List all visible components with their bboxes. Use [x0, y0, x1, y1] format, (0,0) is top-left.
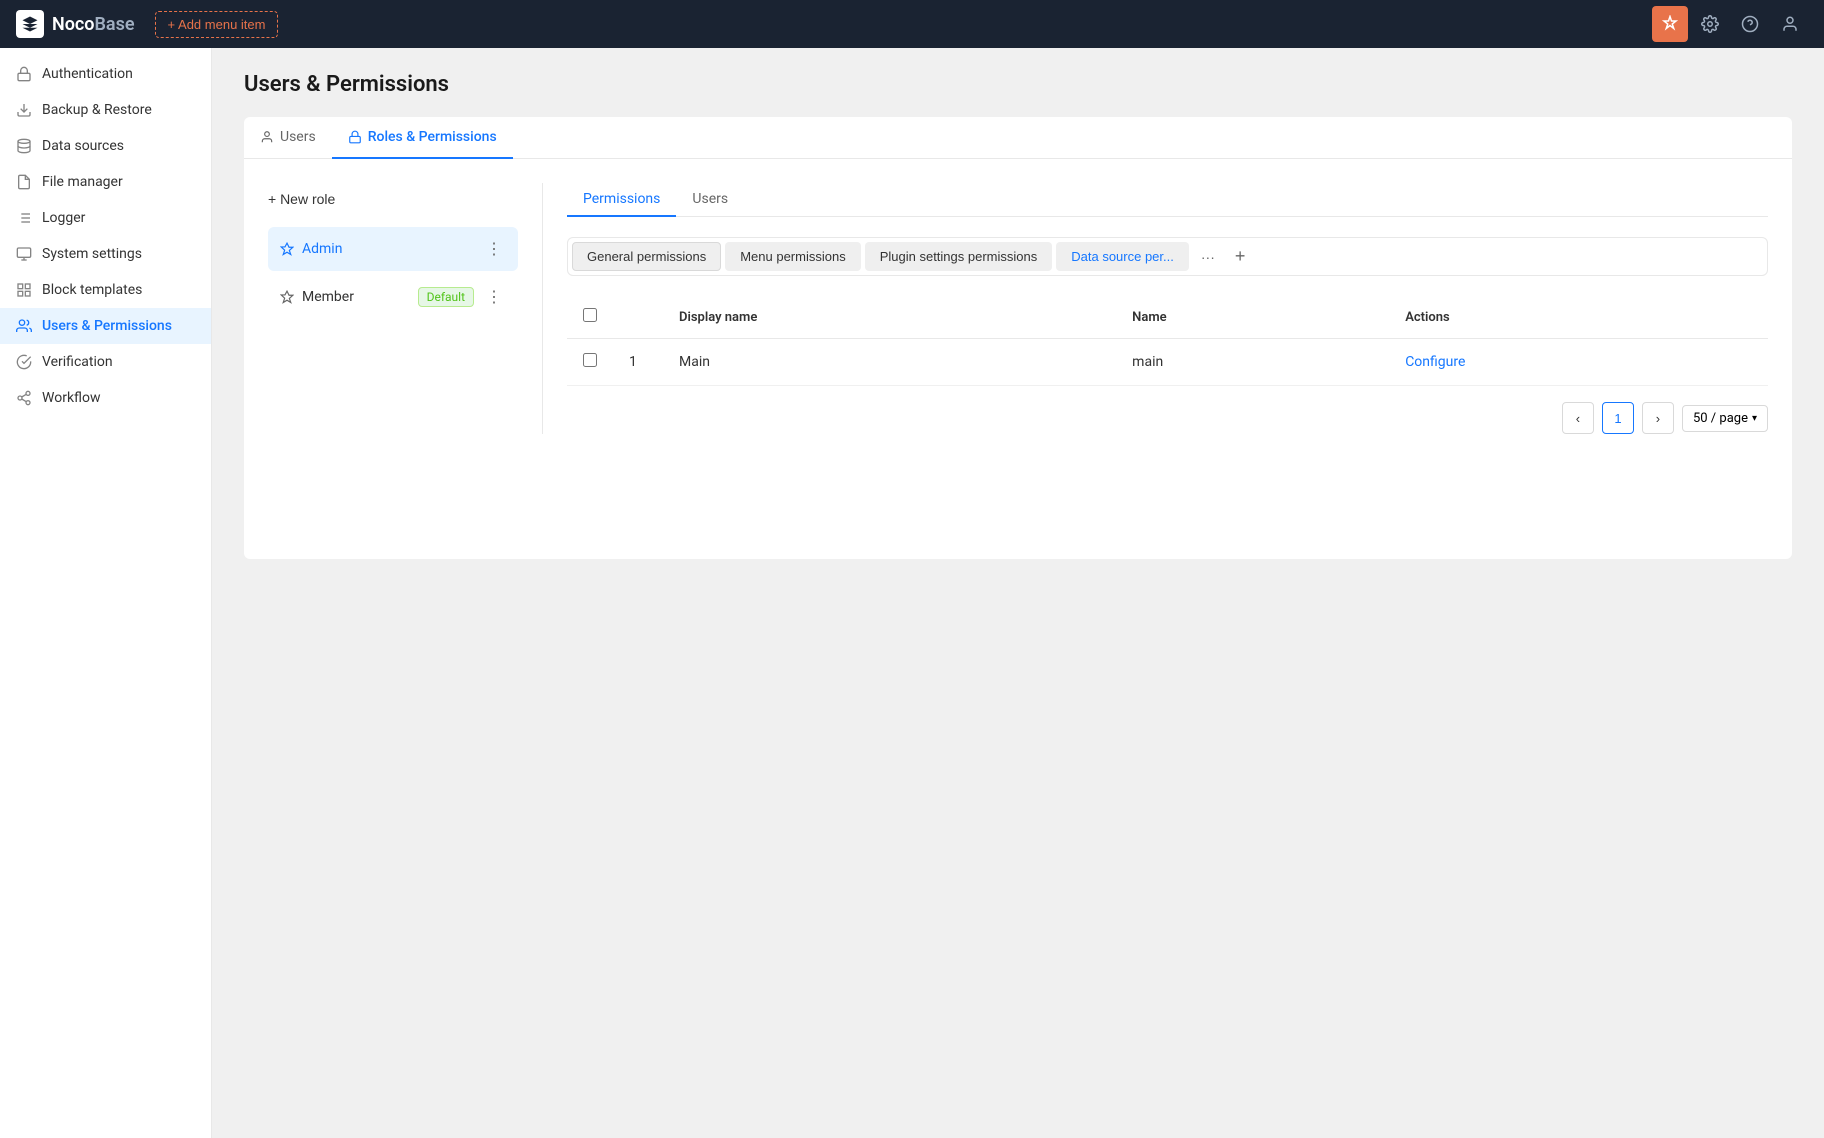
perm-subtabs-more-button[interactable]: ··· — [1193, 245, 1223, 269]
pin-icon-button[interactable] — [1652, 6, 1688, 42]
sidebar-item-logger[interactable]: Logger — [0, 200, 211, 236]
col-number — [613, 296, 663, 339]
chevron-down-icon: ▾ — [1752, 413, 1757, 424]
row-action: Configure — [1389, 339, 1768, 386]
row-name: main — [1116, 339, 1389, 386]
current-page-button[interactable]: 1 — [1602, 402, 1634, 434]
sidebar-item-users-permissions[interactable]: Users & Permissions — [0, 308, 211, 344]
configure-link[interactable]: Configure — [1405, 354, 1465, 370]
sidebar-item-data-sources[interactable]: Data sources — [0, 128, 211, 164]
content-area: Users & Permissions Users Roles & Permis… — [212, 48, 1824, 1138]
diamond-icon — [280, 242, 294, 256]
role-item-admin[interactable]: Admin ⋮ — [268, 227, 518, 271]
member-more-button[interactable]: ⋮ — [482, 285, 506, 309]
tab-roles-permissions[interactable]: Roles & Permissions — [332, 117, 513, 159]
role-list-section: + New role Admin ⋮ — [268, 183, 518, 434]
sidebar-item-system-settings[interactable]: System settings — [0, 236, 211, 272]
table-row: 1 Main main Configure — [567, 339, 1768, 386]
admin-more-button[interactable]: ⋮ — [482, 237, 506, 261]
prev-page-button[interactable]: ‹ — [1562, 402, 1594, 434]
navbar-icons — [1652, 6, 1808, 42]
perm-subtab-menu[interactable]: Menu permissions — [725, 242, 861, 271]
page-title: Users & Permissions — [244, 72, 1792, 97]
new-role-button[interactable]: + New role — [268, 183, 335, 215]
sidebar-item-backup-restore[interactable]: Backup & Restore — [0, 92, 211, 128]
row-display-name: Main — [663, 339, 1116, 386]
col-display-name: Display name — [663, 296, 1116, 339]
settings-icon-button[interactable] — [1692, 6, 1728, 42]
user-icon-button[interactable] — [1772, 6, 1808, 42]
diamond-outline-icon — [280, 290, 294, 304]
perm-subtab-plugin[interactable]: Plugin settings permissions — [865, 242, 1053, 271]
navbar: NocoBase + Add menu item — [0, 0, 1824, 48]
perm-tab-permissions[interactable]: Permissions — [567, 183, 676, 217]
page-tabs: Users Roles & Permissions — [244, 117, 1792, 159]
help-icon-button[interactable] — [1732, 6, 1768, 42]
sidebar-item-verification[interactable]: Verification — [0, 344, 211, 380]
row-checkbox-cell — [567, 339, 613, 386]
sidebar-item-workflow[interactable]: Workflow — [0, 380, 211, 416]
col-name: Name — [1116, 296, 1389, 339]
add-tab-button[interactable]: + — [1227, 242, 1254, 271]
col-checkbox — [567, 296, 613, 339]
next-page-button[interactable]: › — [1642, 402, 1674, 434]
add-menu-button[interactable]: + Add menu item — [155, 11, 279, 38]
row-checkbox[interactable] — [583, 353, 597, 367]
per-page-select[interactable]: 50 / page ▾ — [1682, 405, 1768, 432]
app-logo: NocoBase — [16, 10, 135, 38]
sidebar-item-block-templates[interactable]: Block templates — [0, 272, 211, 308]
permissions-tabs: Permissions Users — [567, 183, 1768, 217]
tab-users[interactable]: Users — [244, 117, 332, 159]
permissions-section: Permissions Users General permissions Me… — [542, 183, 1768, 434]
default-badge: Default — [418, 287, 474, 307]
roles-layout: + New role Admin ⋮ — [268, 183, 1768, 434]
col-actions: Actions — [1389, 296, 1768, 339]
permissions-table: Display name Name Actions 1 — [567, 296, 1768, 386]
select-all-checkbox[interactable] — [583, 308, 597, 322]
sidebar: Authentication Backup & Restore Data sou… — [0, 48, 212, 1138]
main-layout: Authentication Backup & Restore Data sou… — [0, 48, 1824, 1138]
roles-panel: + New role Admin ⋮ — [244, 159, 1792, 559]
perm-tab-users[interactable]: Users — [676, 183, 744, 217]
pagination: ‹ 1 › 50 / page ▾ — [567, 402, 1768, 434]
perm-subtabs: General permissions Menu permissions Plu… — [567, 237, 1768, 276]
sidebar-item-file-manager[interactable]: File manager — [0, 164, 211, 200]
perm-subtab-datasource[interactable]: Data source per... — [1056, 242, 1189, 271]
sidebar-item-authentication[interactable]: Authentication — [0, 56, 211, 92]
app-name: NocoBase — [52, 14, 135, 35]
logo-icon — [16, 10, 44, 38]
role-item-member[interactable]: Member Default ⋮ — [268, 275, 518, 319]
perm-subtab-general[interactable]: General permissions — [572, 242, 721, 271]
row-number: 1 — [613, 339, 663, 386]
